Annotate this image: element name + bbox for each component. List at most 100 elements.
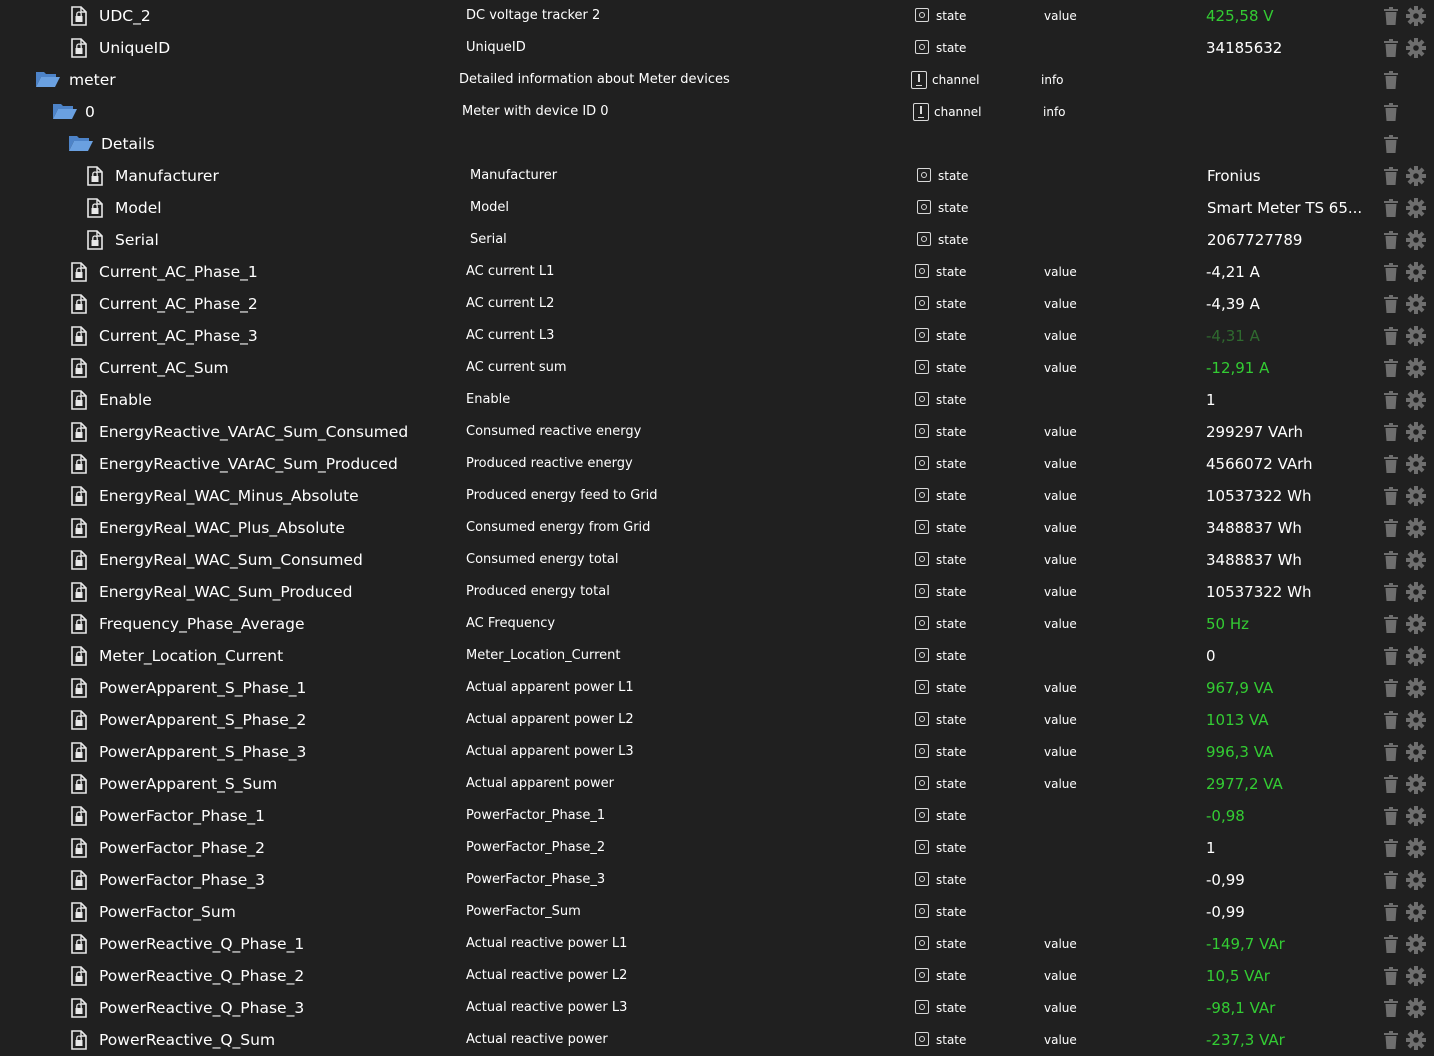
object-value[interactable]: 1 bbox=[1206, 832, 1216, 864]
trash-icon[interactable] bbox=[1384, 199, 1398, 217]
trash-icon[interactable] bbox=[1384, 551, 1398, 569]
gear-icon[interactable] bbox=[1406, 646, 1426, 666]
object-value[interactable]: -149,7 VAr bbox=[1206, 928, 1285, 960]
object-value[interactable]: 3488837 Wh bbox=[1206, 544, 1302, 576]
gear-icon[interactable] bbox=[1406, 262, 1426, 282]
trash-icon[interactable] bbox=[1384, 743, 1398, 761]
tree-row[interactable]: PowerApparent_S_Phase_3 Actual apparent p… bbox=[0, 736, 1434, 768]
tree-row[interactable]: EnergyReal_WAC_Sum_Consumed Consumed ener… bbox=[0, 544, 1434, 576]
tree-row[interactable]: Meter_Location_Current Meter_Location_Cur… bbox=[0, 640, 1434, 672]
trash-icon[interactable] bbox=[1384, 775, 1398, 793]
object-value[interactable]: -4,21 A bbox=[1206, 256, 1260, 288]
tree-row[interactable]: Enable Enable state 1 bbox=[0, 384, 1434, 416]
gear-icon[interactable] bbox=[1406, 582, 1426, 602]
gear-icon[interactable] bbox=[1406, 166, 1426, 186]
object-value[interactable]: 10537322 Wh bbox=[1206, 480, 1311, 512]
tree-row[interactable]: PowerReactive_Q_Phase_2 Actual reactive p… bbox=[0, 960, 1434, 992]
trash-icon[interactable] bbox=[1384, 871, 1398, 889]
object-value[interactable]: 10537322 Wh bbox=[1206, 576, 1311, 608]
tree-row[interactable]: PowerApparent_S_Sum Actual apparent power… bbox=[0, 768, 1434, 800]
object-value[interactable]: -0,99 bbox=[1206, 864, 1245, 896]
trash-icon[interactable] bbox=[1384, 839, 1398, 857]
tree-row[interactable]: Current_AC_Phase_3 AC current L3 state valu… bbox=[0, 320, 1434, 352]
tree-row[interactable]: PowerFactor_Phase_2 PowerFactor_Phase_2 st… bbox=[0, 832, 1434, 864]
object-value[interactable]: Fronius bbox=[1207, 160, 1261, 192]
trash-icon[interactable] bbox=[1384, 487, 1398, 505]
gear-icon[interactable] bbox=[1406, 326, 1426, 346]
tree-row[interactable]: PowerReactive_Q_Sum Actual reactive power… bbox=[0, 1024, 1434, 1056]
trash-icon[interactable] bbox=[1384, 615, 1398, 633]
trash-icon[interactable] bbox=[1384, 295, 1398, 313]
object-value[interactable]: 50 Hz bbox=[1206, 608, 1249, 640]
trash-icon[interactable] bbox=[1384, 679, 1398, 697]
tree-row[interactable]: PowerFactor_Sum PowerFactor_Sum state -0,99 bbox=[0, 896, 1434, 928]
gear-icon[interactable] bbox=[1406, 550, 1426, 570]
object-value[interactable]: 2977,2 VA bbox=[1206, 768, 1283, 800]
gear-icon[interactable] bbox=[1406, 198, 1426, 218]
gear-icon[interactable] bbox=[1406, 230, 1426, 250]
object-value[interactable]: 1 bbox=[1206, 384, 1216, 416]
tree-row[interactable]: Current_AC_Phase_1 AC current L1 state valu… bbox=[0, 256, 1434, 288]
object-value[interactable]: 0 bbox=[1206, 640, 1216, 672]
object-value[interactable]: -98,1 VAr bbox=[1206, 992, 1275, 1024]
gear-icon[interactable] bbox=[1406, 838, 1426, 858]
tree-row[interactable]: meter Detailed information about Meter de… bbox=[0, 64, 1434, 96]
tree-row[interactable]: Details bbox=[0, 128, 1434, 160]
gear-icon[interactable] bbox=[1406, 1030, 1426, 1050]
tree-row[interactable]: Current_AC_Sum AC current sum state value -1… bbox=[0, 352, 1434, 384]
tree-row[interactable]: EnergyReal_WAC_Sum_Produced Produced ener… bbox=[0, 576, 1434, 608]
object-value[interactable]: -0,98 bbox=[1206, 800, 1245, 832]
gear-icon[interactable] bbox=[1406, 774, 1426, 794]
gear-icon[interactable] bbox=[1406, 422, 1426, 442]
trash-icon[interactable] bbox=[1384, 391, 1398, 409]
object-value[interactable]: 2067727789 bbox=[1207, 224, 1302, 256]
gear-icon[interactable] bbox=[1406, 710, 1426, 730]
trash-icon[interactable] bbox=[1384, 167, 1398, 185]
trash-icon[interactable] bbox=[1384, 999, 1398, 1017]
object-value[interactable]: 4566072 VArh bbox=[1206, 448, 1313, 480]
folder-open-icon[interactable] bbox=[68, 134, 94, 154]
trash-icon[interactable] bbox=[1384, 39, 1398, 57]
trash-icon[interactable] bbox=[1384, 231, 1398, 249]
gear-icon[interactable] bbox=[1406, 998, 1426, 1018]
gear-icon[interactable] bbox=[1406, 806, 1426, 826]
trash-icon[interactable] bbox=[1384, 71, 1398, 89]
gear-icon[interactable] bbox=[1406, 294, 1426, 314]
gear-icon[interactable] bbox=[1406, 518, 1426, 538]
object-value[interactable]: 1013 VA bbox=[1206, 704, 1269, 736]
trash-icon[interactable] bbox=[1384, 359, 1398, 377]
tree-row[interactable]: Current_AC_Phase_2 AC current L2 state valu… bbox=[0, 288, 1434, 320]
gear-icon[interactable] bbox=[1406, 358, 1426, 378]
object-value[interactable]: -4,31 A bbox=[1206, 320, 1260, 352]
trash-icon[interactable] bbox=[1384, 935, 1398, 953]
folder-open-icon[interactable] bbox=[52, 102, 78, 122]
object-value[interactable]: 34185632 bbox=[1206, 32, 1282, 64]
object-value[interactable]: Smart Meter TS 65... bbox=[1207, 192, 1362, 224]
gear-icon[interactable] bbox=[1406, 934, 1426, 954]
trash-icon[interactable] bbox=[1384, 423, 1398, 441]
object-value[interactable]: 299297 VArh bbox=[1206, 416, 1303, 448]
tree-row[interactable]: UniqueID UniqueID state 34185632 bbox=[0, 32, 1434, 64]
object-value[interactable]: -0,99 bbox=[1206, 896, 1245, 928]
trash-icon[interactable] bbox=[1384, 263, 1398, 281]
gear-icon[interactable] bbox=[1406, 966, 1426, 986]
trash-icon[interactable] bbox=[1384, 327, 1398, 345]
trash-icon[interactable] bbox=[1384, 583, 1398, 601]
object-value[interactable]: 425,58 V bbox=[1206, 0, 1274, 32]
tree-row[interactable]: PowerFactor_Phase_1 PowerFactor_Phase_1 st… bbox=[0, 800, 1434, 832]
gear-icon[interactable] bbox=[1406, 454, 1426, 474]
trash-icon[interactable] bbox=[1384, 7, 1398, 25]
trash-icon[interactable] bbox=[1384, 967, 1398, 985]
object-value[interactable]: 10,5 VAr bbox=[1206, 960, 1270, 992]
trash-icon[interactable] bbox=[1384, 807, 1398, 825]
tree-row[interactable]: EnergyReal_WAC_Minus_Absolute Produced en… bbox=[0, 480, 1434, 512]
tree-row[interactable]: EnergyReactive_VArAC_Sum_Produced Produce… bbox=[0, 448, 1434, 480]
trash-icon[interactable] bbox=[1384, 1031, 1398, 1049]
gear-icon[interactable] bbox=[1406, 902, 1426, 922]
folder-open-icon[interactable] bbox=[35, 70, 61, 90]
tree-row[interactable]: PowerReactive_Q_Phase_1 Actual reactive p… bbox=[0, 928, 1434, 960]
trash-icon[interactable] bbox=[1384, 103, 1398, 121]
tree-row[interactable]: 0 Meter with device ID 0 channel info bbox=[0, 96, 1434, 128]
trash-icon[interactable] bbox=[1384, 903, 1398, 921]
object-value[interactable]: 996,3 VA bbox=[1206, 736, 1273, 768]
